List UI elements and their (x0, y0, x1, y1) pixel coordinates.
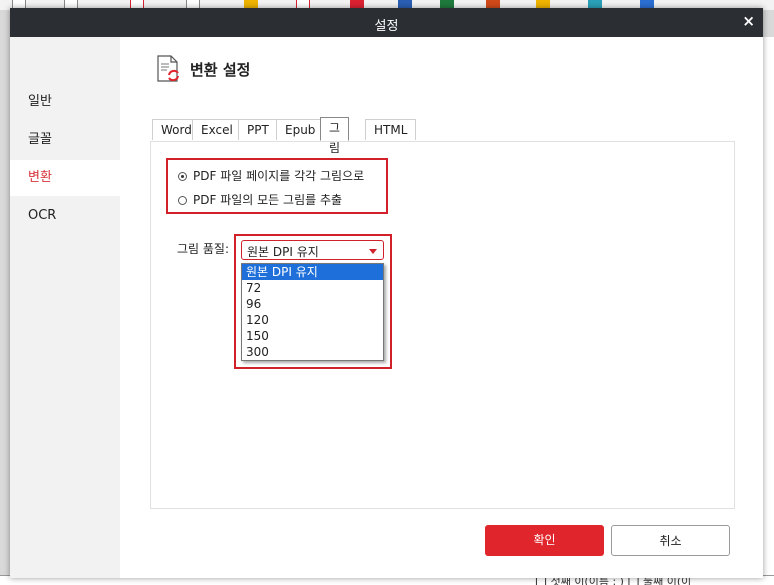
image-quality-select[interactable]: 원본 DPI 유지 (241, 240, 384, 260)
radio-unchecked-icon (178, 196, 187, 205)
sidebar-item-general[interactable]: 일반 (10, 84, 120, 120)
dialog-titlebar: 설정 × (10, 8, 763, 37)
select-value: 원본 DPI 유지 (247, 245, 319, 259)
image-quality-group: 원본 DPI 유지 원본 DPI 유지 72 96 120 150 300 (234, 234, 392, 369)
option-96[interactable]: 96 (242, 296, 383, 312)
option-original-dpi[interactable]: 원본 DPI 유지 (242, 264, 383, 280)
settings-content: 변환 설정 Word Excel PPT Epub 그림 HTML PDF 파일… (120, 37, 763, 578)
tab-html[interactable]: HTML (365, 119, 417, 140)
radio-label: PDF 파일의 모든 그림를 추출 (193, 193, 343, 207)
tab-epub[interactable]: Epub (276, 119, 325, 140)
conversion-mode-group: PDF 파일 페이지를 각각 그림으로 PDF 파일의 모든 그림를 추출 (166, 158, 388, 214)
sidebar-item-ocr[interactable]: OCR (10, 198, 120, 234)
option-120[interactable]: 120 (242, 312, 383, 328)
radio-label: PDF 파일 페이지를 각각 그림으로 (193, 169, 365, 183)
chevron-down-icon (369, 249, 377, 254)
sidebar-item-convert[interactable]: 변환 (10, 160, 120, 196)
radio-checked-icon (178, 172, 187, 181)
convert-document-icon (157, 55, 179, 82)
radio-each-page[interactable]: PDF 파일 페이지를 각각 그림으로 (178, 167, 364, 185)
tab-image[interactable]: 그림 (320, 117, 350, 155)
settings-sidebar: 일반 글꼴 변환 OCR (10, 37, 120, 578)
image-quality-label: 그림 품질: (177, 242, 230, 256)
cancel-button[interactable]: 취소 (611, 525, 730, 556)
option-72[interactable]: 72 (242, 280, 383, 296)
radio-extract-images[interactable]: PDF 파일의 모든 그림를 추출 (178, 191, 342, 209)
tab-ppt[interactable]: PPT (238, 119, 278, 140)
page-title: 변환 설정 (190, 61, 251, 79)
sidebar-item-font[interactable]: 글꼴 (10, 122, 120, 158)
settings-dialog: 설정 × 일반 글꼴 변환 OCR 변환 설정 Word Excel PPT E… (10, 8, 763, 578)
dialog-title: 설정 (374, 19, 399, 34)
image-quality-options: 원본 DPI 유지 72 96 120 150 300 (241, 263, 384, 361)
option-150[interactable]: 150 (242, 328, 383, 344)
option-300[interactable]: 300 (242, 344, 383, 360)
tab-excel[interactable]: Excel (192, 119, 242, 140)
ok-button[interactable]: 확인 (485, 525, 604, 556)
close-icon[interactable]: × (742, 12, 755, 30)
